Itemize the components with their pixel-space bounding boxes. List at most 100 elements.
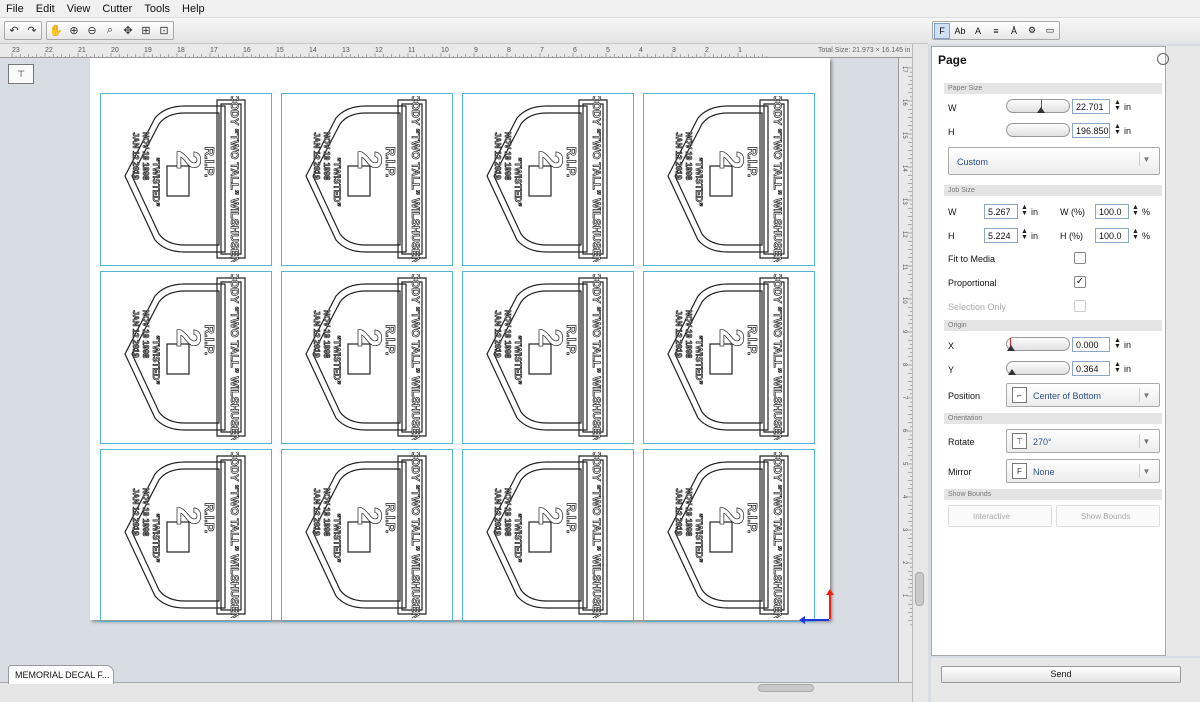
position-dropdown[interactable]: ⌐ Center of Bottom ▼: [1006, 383, 1160, 407]
zoom-out-icon[interactable]: ⊖: [84, 23, 100, 39]
zoom-area-icon[interactable]: ⌕: [102, 23, 118, 39]
job-hpct-input[interactable]: 100.0: [1095, 228, 1129, 243]
horizontal-ruler: 23 22 21 20 19 18 17 16 15 14 13 12 11 10 9 8 7 6 5 4 3 2 1: [0, 44, 912, 58]
rotate-dropdown[interactable]: ⊤ 270° ▼: [1006, 429, 1160, 453]
origin-y-input[interactable]: 0.364: [1072, 361, 1110, 376]
page-icon[interactable]: F: [934, 22, 950, 39]
menu-view[interactable]: View: [61, 3, 97, 15]
slider-handle[interactable]: [1037, 107, 1045, 113]
decal-nickname-text: “TWISTED”: [513, 335, 523, 385]
ruler-label: 12: [375, 47, 383, 54]
origin-y-slider[interactable]: [1006, 361, 1070, 375]
vertical-scroll-thumb[interactable]: [915, 572, 924, 606]
interactive-button[interactable]: Interactive: [948, 505, 1052, 527]
refresh-icon[interactable]: [1157, 53, 1169, 65]
menu-edit[interactable]: Edit: [30, 3, 61, 15]
decal-cell[interactable]: CODY “TWO TALL” WILSHUSEN R.I.P. “TWISTED”…: [643, 449, 815, 622]
menu-file[interactable]: File: [0, 3, 30, 15]
decal-cell[interactable]: CODY “TWO TALL” WILSHUSEN R.I.P. “TWISTED”…: [643, 271, 815, 444]
cutter-icon[interactable]: ▭: [1042, 23, 1058, 39]
decal-cell[interactable]: CODY “TWO TALL” WILSHUSEN R.I.P. “TWISTED”…: [281, 93, 453, 266]
origin-y-label: Y: [948, 365, 955, 375]
decal-cell[interactable]: CODY “TWO TALL” WILSHUSEN R.I.P. “TWISTED”…: [100, 93, 272, 266]
ruler-ticks: 23 22 21 20 19 18 17 16 15 14 13 12 11 10 9 8 7 6 5 4 3 2 1: [11, 47, 768, 57]
menu-help[interactable]: Help: [176, 3, 211, 15]
total-size-readout: Total Size: 21.973 × 16.145 in: [818, 47, 911, 54]
job-hpct-spinner[interactable]: ▲ ▼: [1132, 228, 1139, 241]
job-w-input[interactable]: 5.267: [984, 204, 1018, 219]
menu-cutter[interactable]: Cutter: [96, 3, 138, 15]
decal-cell[interactable]: CODY “TWO TALL” WILSHUSEN R.I.P. “TWISTED”…: [462, 271, 634, 444]
paper-w-spinner[interactable]: ▲ ▼: [1114, 99, 1121, 112]
job-wpct-spinner[interactable]: ▲ ▼: [1132, 204, 1139, 217]
decal-cell[interactable]: CODY “TWO TALL” WILSHUSEN R.I.P. “TWISTED”…: [643, 93, 815, 266]
document-tab[interactable]: MEMORIAL DECAL F...: [8, 665, 114, 684]
cutting-mat-page: CODY “TWO TALL” WILSHUSEN R.I.P. “TWISTED”…: [90, 58, 830, 622]
slider-handle[interactable]: [1008, 369, 1016, 375]
paper-w-slider[interactable]: [1006, 99, 1070, 113]
fit-page-icon[interactable]: ⊞: [138, 23, 154, 39]
paper-h-slider[interactable]: [1006, 123, 1070, 137]
origin-x-slider[interactable]: [1006, 337, 1070, 351]
origin-y-spinner[interactable]: ▲ ▼: [1114, 361, 1121, 374]
decal-cell[interactable]: CODY “TWO TALL” WILSHUSEN R.I.P. “TWISTED”…: [100, 271, 272, 444]
paper-h-spinner[interactable]: ▲ ▼: [1114, 123, 1121, 136]
path-icon[interactable]: A: [970, 23, 986, 39]
decal-birth-date-text: NOV 19 1998: [322, 488, 331, 537]
fit-to-media-checkbox[interactable]: [1074, 252, 1086, 264]
job-wpct-input[interactable]: 100.0: [1095, 204, 1129, 219]
decal-cell[interactable]: CODY “TWO TALL” WILSHUSEN R.I.P. “TWISTED”…: [281, 271, 453, 444]
pan-icon[interactable]: ✥: [120, 23, 136, 39]
origin-x-spinner[interactable]: ▲ ▼: [1114, 337, 1121, 350]
job-h-spinner[interactable]: ▲ ▼: [1021, 228, 1028, 241]
proportional-checkbox[interactable]: ✓: [1074, 276, 1086, 288]
paper-h-input[interactable]: 196.850: [1072, 123, 1110, 138]
decal-name-text: CODY “TWO TALL” WILSHUSEN: [590, 452, 602, 618]
zoom-in-icon[interactable]: ⊕: [66, 23, 82, 39]
origin-x-input[interactable]: 0.000: [1072, 337, 1110, 352]
send-button[interactable]: Send: [941, 666, 1181, 683]
paper-preset-dropdown[interactable]: Custom ▼: [948, 147, 1160, 175]
send-area: Send: [931, 658, 1200, 702]
undo-icon[interactable]: ↶: [6, 23, 22, 39]
ruler-label: 22: [45, 47, 53, 54]
decal-cell[interactable]: CODY “TWO TALL” WILSHUSEN R.I.P. “TWISTED”…: [462, 449, 634, 622]
redo-icon[interactable]: ↷: [24, 23, 40, 39]
slider-handle[interactable]: [1007, 345, 1015, 351]
weld-icon[interactable]: Å: [1006, 23, 1022, 39]
show-bounds-button[interactable]: Show Bounds: [1056, 505, 1160, 527]
mirror-dropdown[interactable]: F None ▼: [1006, 459, 1160, 483]
text-icon[interactable]: Ab: [952, 23, 968, 39]
ruler-label: 8: [901, 363, 907, 367]
job-h-unit: in: [1031, 231, 1039, 241]
align-icon[interactable]: ≡: [988, 23, 1004, 39]
settings-icon[interactable]: ⚙: [1024, 23, 1040, 39]
decal-cell[interactable]: CODY “TWO TALL” WILSHUSEN R.I.P. “TWISTED”…: [462, 93, 634, 266]
fit-selection-icon[interactable]: ⊡: [156, 23, 172, 39]
decal-name-text: CODY “TWO TALL” WILSHUSEN: [771, 96, 783, 262]
page-orientation-icon[interactable]: ⊤: [8, 64, 34, 84]
ruler-label: 8: [507, 47, 511, 54]
jeep-icon: [166, 521, 190, 553]
decal-cell[interactable]: CODY “TWO TALL” WILSHUSEN R.I.P. “TWISTED”…: [281, 449, 453, 622]
job-w-spinner[interactable]: ▲ ▼: [1021, 204, 1028, 217]
decal-nickname-text: “TWISTED”: [694, 157, 704, 207]
hand-icon[interactable]: ✋: [48, 23, 64, 39]
paper-w-input[interactable]: 22.701: [1072, 99, 1110, 114]
rotate-value: 270°: [1033, 437, 1052, 447]
horizontal-scroll-thumb[interactable]: [758, 684, 814, 692]
design-canvas[interactable]: ⊤ CODY “TWO TALL” WILSHUSEN R.I.P. “TWISTE…: [0, 58, 898, 682]
chevron-down-icon: ▼: [1139, 388, 1153, 402]
panel-tabs: F Ab A ≡ Å ⚙ ▭: [928, 18, 1200, 44]
decal-death-date-text: JAN 12 2019: [493, 488, 502, 536]
job-h-input[interactable]: 5.224: [984, 228, 1018, 243]
jeep-icon: [347, 521, 371, 553]
jeep-icon: [709, 165, 733, 197]
menu-tools[interactable]: Tools: [138, 3, 176, 15]
decal-cell[interactable]: CODY “TWO TALL” WILSHUSEN R.I.P. “TWISTED”…: [100, 449, 272, 622]
decal-name-text: CODY “TWO TALL” WILSHUSEN: [590, 274, 602, 440]
decal-nickname-text: “TWISTED”: [513, 513, 523, 563]
selection-only-checkbox[interactable]: [1074, 300, 1086, 312]
ruler-label: 5: [901, 462, 907, 466]
ruler-label: 17: [901, 66, 907, 73]
